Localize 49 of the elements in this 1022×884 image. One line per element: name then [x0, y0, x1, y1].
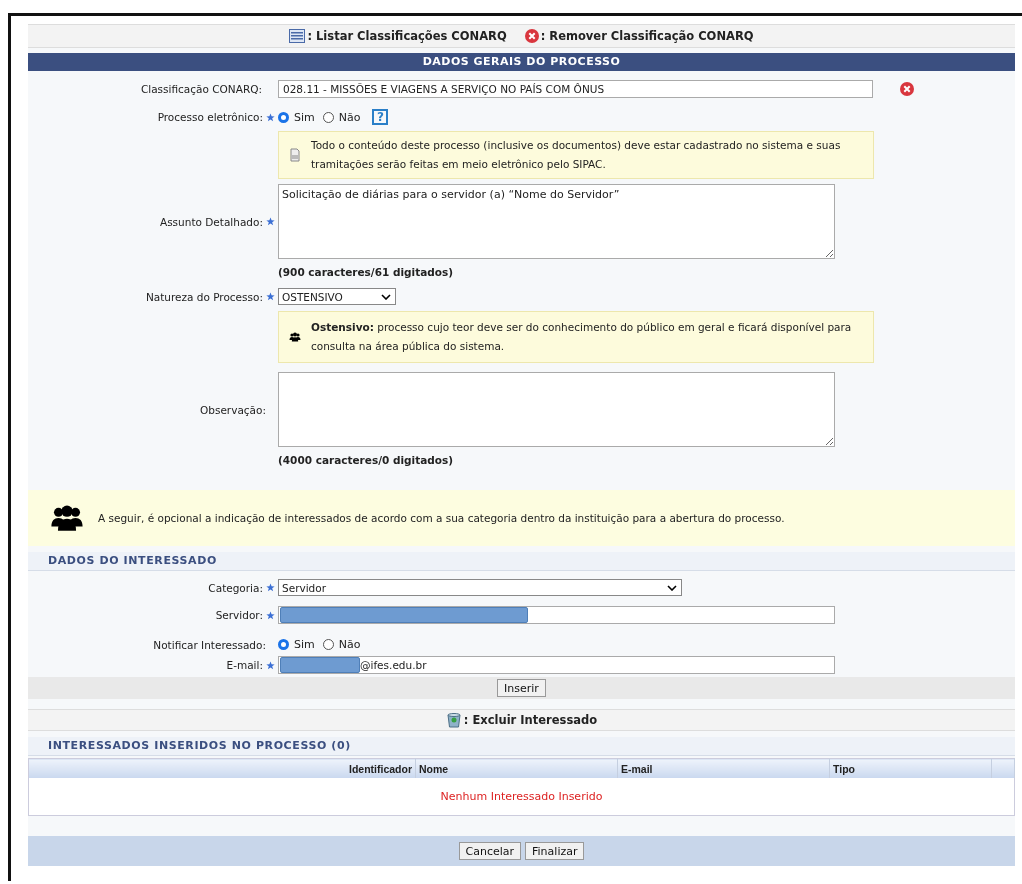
observation-field[interactable]	[278, 372, 835, 447]
field-label: Notificar Interessado:	[153, 638, 266, 651]
radio-option[interactable]: Sim	[278, 110, 315, 124]
chevron-down-icon	[381, 293, 391, 300]
column-header: E-mail	[617, 758, 830, 778]
radio-option[interactable]: Não	[322, 638, 361, 651]
people-icon	[289, 332, 301, 342]
field-label: Servidor:	[215, 609, 263, 621]
radio-option[interactable]: Sim	[278, 638, 315, 651]
notice-text: A seguir, é opcional a indicação de interessados de acordo com a sua categoria dentro da instituição para a abertura do processo.	[98, 512, 785, 524]
column-header: Identificador	[28, 758, 416, 778]
nature-select[interactable]: OSTENSIVO	[278, 288, 396, 305]
subject-field[interactable]: Solicitação de diárias para o servidor (a) “Nome do Servidor”	[278, 184, 835, 259]
trash-icon[interactable]	[445, 712, 462, 728]
column-header: Nome	[415, 758, 618, 778]
list-icon[interactable]	[289, 29, 306, 43]
radio-option[interactable]: Não	[322, 110, 361, 124]
field-label: Natureza do Processo:	[145, 290, 263, 303]
chevron-down-icon	[667, 584, 677, 591]
field-label: Assunto Detalhado:	[159, 215, 263, 228]
field-label: Processo eletrônico:	[157, 111, 263, 123]
help-button[interactable]: ?	[372, 109, 389, 125]
category-select[interactable]: Servidor	[278, 579, 682, 596]
field-label: E-mail:	[226, 659, 263, 671]
section-subheader: DADOS DO INTERESSADO	[28, 552, 1015, 571]
remove-icon[interactable]	[900, 82, 914, 96]
empty-message: Nenhum Interessado Inserido	[440, 790, 603, 803]
email-field[interactable]: @ifes.edu.br	[360, 659, 427, 671]
classification-field[interactable]: 028.11 - MISSÕES E VIAGENS A SERVIÇO NO PAÍS COM ÔNUS	[278, 80, 873, 98]
people-icon	[50, 503, 84, 533]
toolbar-label: : Remover Classificação CONARQ	[540, 29, 754, 43]
field-label: Classificação CONARQ:	[140, 83, 262, 95]
column-header: Tipo	[829, 758, 992, 778]
server-field[interactable]	[278, 606, 835, 624]
info-text: Ostensivo: processo cujo teor deve ser do conhecimento do público em geral e ficará disponível para consulta na área pública do sistema.	[311, 320, 853, 354]
field-label: Categoria:	[208, 581, 263, 594]
toolbar-label: : Excluir Interessado	[463, 713, 598, 727]
document-icon	[289, 148, 301, 162]
character-counter: (900 caracteres/61 digitados)	[278, 266, 454, 278]
character-counter: (4000 caracteres/0 digitados)	[278, 454, 454, 466]
field-label: Observação:	[200, 403, 266, 416]
toolbar-label: : Listar Classificações CONARQ	[307, 29, 507, 43]
insert-button[interactable]: Inserir	[497, 679, 546, 697]
form-button[interactable]: Cancelar	[458, 842, 522, 860]
section-header: DADOS GERAIS DO PROCESSO	[28, 53, 1015, 71]
section-subheader: INTERESSADOS INSERIDOS NO PROCESSO (0)	[28, 737, 1015, 756]
form-button[interactable]: Finalizar	[525, 842, 585, 860]
info-text: Todo o conteúdo deste processo (inclusive os documentos) deve estar cadastrado no sistema e suas tramitações serão feitas em meio eletrônico pelo SIPAC.	[311, 138, 842, 172]
remove-icon[interactable]	[524, 29, 539, 43]
